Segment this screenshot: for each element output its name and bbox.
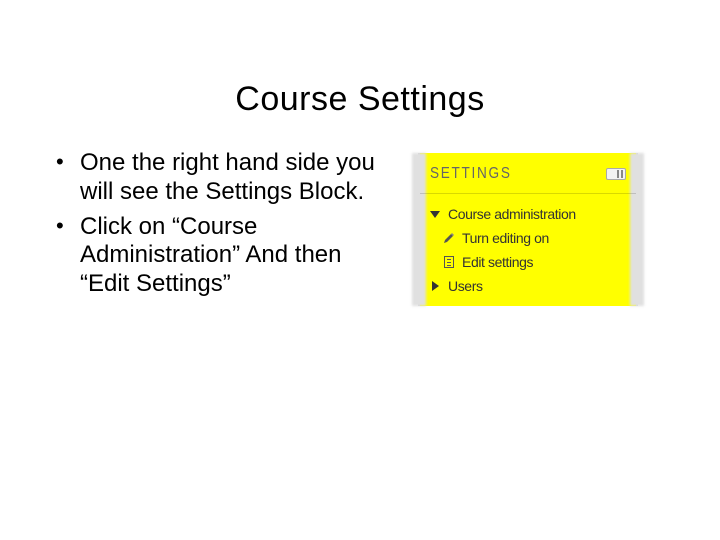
settings-block: SETTINGS Course administration Turn ed [418, 153, 638, 306]
triangle-down-icon [428, 207, 442, 221]
bullet-item: Click on “Course Administration” And the… [48, 213, 388, 299]
bullet-item: One the right hand side you will see the… [48, 149, 388, 207]
slide-title: Course Settings [0, 80, 720, 119]
content-row: One the right hand side you will see the… [0, 149, 720, 306]
collapse-toggle-icon[interactable] [606, 168, 626, 180]
list-icon [442, 255, 456, 269]
settings-block-header: SETTINGS [420, 153, 636, 194]
pencil-icon [442, 231, 456, 245]
settings-item-edit-settings[interactable]: Edit settings [428, 250, 630, 274]
triangle-right-icon [428, 279, 442, 293]
settings-item-label: Edit settings [462, 254, 533, 270]
settings-item-label: Users [448, 278, 483, 294]
settings-block-body: Course administration Turn editing on Ed… [420, 194, 636, 306]
settings-item-course-admin[interactable]: Course administration [428, 202, 630, 226]
settings-item-users[interactable]: Users [428, 274, 630, 298]
settings-item-label: Course administration [448, 206, 576, 222]
slide: Course Settings One the right hand side … [0, 0, 720, 540]
settings-item-label: Turn editing on [462, 230, 549, 246]
bullet-list: One the right hand side you will see the… [48, 149, 388, 305]
settings-item-turn-editing-on[interactable]: Turn editing on [428, 226, 630, 250]
settings-block-title: SETTINGS [430, 165, 512, 183]
